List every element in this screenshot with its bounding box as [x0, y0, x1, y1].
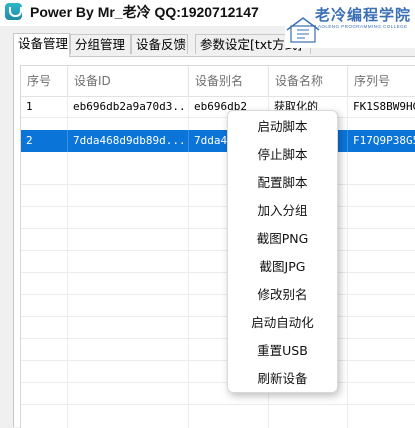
- menu-item-refresh-devices[interactable]: 刷新设备: [228, 366, 337, 392]
- menu-item-configure-script[interactable]: 配置脚本: [228, 170, 337, 196]
- cell-index: 2: [21, 130, 68, 152]
- grid-line: [21, 184, 415, 185]
- menu-item-start-script[interactable]: 启动脚本: [228, 114, 337, 140]
- grid-line: [21, 338, 415, 339]
- menu-item-reset-usb[interactable]: 重置USB: [228, 338, 337, 364]
- grid-line: [21, 382, 415, 383]
- grid-line: [21, 360, 415, 361]
- college-logo: 老冷编程学院 LAOLENG PROGRAMMING COLLEGE: [285, 0, 415, 48]
- logo-subtitle: LAOLENG PROGRAMMING COLLEGE: [315, 24, 408, 29]
- grid-line: [21, 294, 415, 295]
- table-row[interactable]: 1 eb696db2a9a70d3... eb696db2 获取化的 FK1S8…: [21, 96, 415, 118]
- tab-device-feedback[interactable]: 设备反馈: [131, 34, 188, 54]
- app-icon: [5, 3, 22, 20]
- grid-line: [21, 316, 415, 317]
- grid-line: [21, 250, 415, 251]
- column-header-index[interactable]: 序号: [21, 66, 68, 96]
- window-title: Power By Mr_老冷 QQ:1920712147: [30, 4, 259, 20]
- table-header: 序号 设备ID 设备别名 设备名称 序列号: [21, 66, 415, 97]
- cell-serial: FK1S8BW9HG: [353, 100, 415, 113]
- grid-line: [21, 206, 415, 207]
- cell-device-id: eb696db2a9a70d3...: [68, 96, 189, 118]
- cell-index: 1: [21, 96, 68, 118]
- logo-name: 老冷编程学院: [315, 6, 412, 24]
- menu-item-rename-alias[interactable]: 修改别名: [228, 282, 337, 308]
- tab-device-management[interactable]: 设备管理: [13, 33, 70, 57]
- menu-item-stop-script[interactable]: 停止脚本: [228, 142, 337, 168]
- menu-item-start-automation[interactable]: 启动自动化: [228, 310, 337, 336]
- table-row-selected[interactable]: 2 7dda468d9db89d... 7dda46 F17Q9P38G5: [21, 130, 415, 152]
- device-panel: 序号 设备ID 设备别名 设备名称 序列号 1 eb696db2a9a70d3.…: [13, 56, 415, 428]
- tab-group-management[interactable]: 分组管理: [70, 34, 131, 54]
- menu-item-screenshot-png[interactable]: 截图PNG: [228, 226, 337, 252]
- menu-item-add-to-group[interactable]: 加入分组: [228, 198, 337, 224]
- column-header-device-id[interactable]: 设备ID: [68, 66, 189, 96]
- device-table[interactable]: 序号 设备ID 设备别名 设备名称 序列号 1 eb696db2a9a70d3.…: [20, 65, 415, 428]
- column-header-serial[interactable]: 序列号: [348, 66, 415, 96]
- context-menu: 启动脚本 停止脚本 配置脚本 加入分组 截图PNG 截图JPG 修改别名 启动自…: [227, 110, 338, 393]
- menu-item-screenshot-jpg[interactable]: 截图JPG: [228, 254, 337, 280]
- grid-line: [21, 228, 415, 229]
- cell-serial: F17Q9P38G5: [353, 134, 415, 147]
- grid-line: [21, 272, 415, 273]
- column-header-device-name[interactable]: 设备名称: [269, 66, 348, 96]
- cell-device-id: 7dda468d9db89d...: [68, 130, 189, 152]
- column-header-alias[interactable]: 设备别名: [189, 66, 269, 96]
- grid-line: [21, 404, 415, 405]
